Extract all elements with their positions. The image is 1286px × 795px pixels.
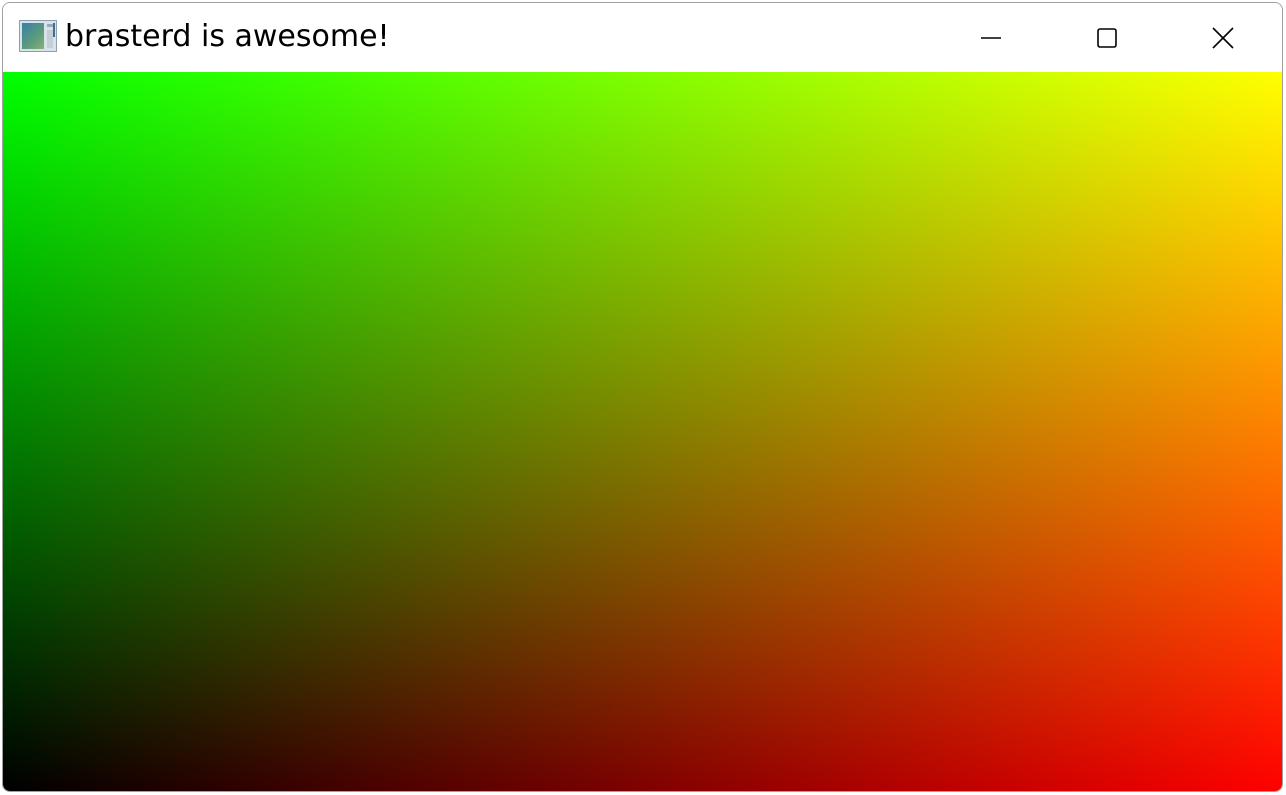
app-window-icon[interactable] [19, 20, 57, 52]
maximize-icon [1097, 27, 1117, 48]
title-bar[interactable]: brasterd is awesome! [3, 3, 1282, 72]
render-canvas[interactable] [3, 72, 1282, 791]
maximize-button[interactable] [1049, 3, 1165, 72]
close-button[interactable] [1165, 3, 1281, 72]
gradient-top-layer [3, 72, 1282, 791]
window-title: brasterd is awesome! [65, 19, 390, 54]
gradient-canvas [3, 72, 1282, 791]
app-window: brasterd is awesome! [2, 2, 1283, 792]
minimize-icon [981, 36, 1001, 39]
minimize-button[interactable] [933, 3, 1049, 72]
close-icon [1212, 26, 1234, 49]
